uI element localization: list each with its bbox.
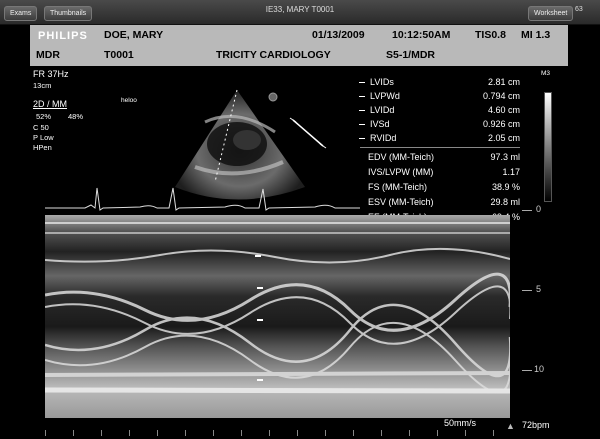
mmode-image [45, 215, 510, 418]
mi-value: MI 1.3 [521, 29, 551, 41]
depth-tick-label: 0 [536, 204, 542, 214]
divider [360, 147, 520, 148]
sector-image [175, 89, 327, 200]
measurement-row: LVPWd 0.794 cm [358, 91, 522, 103]
result-row: ESV (MM-Teich) 29.8 ml [368, 197, 520, 207]
top-toolbar: Exams Thumbnails IE33, MARY T0001 Worksh… [0, 0, 600, 25]
patient-banner: PHILIPS DOE, MARY 01/13/2009 10:12:50AM … [30, 25, 568, 66]
triangle-icon: ▲ [506, 421, 515, 431]
measurement-row: IVSd 0.926 cm [358, 119, 522, 131]
grayscale-bar [544, 92, 552, 202]
power-value: P Low [33, 133, 54, 142]
result-row: IVS/LVPW (MM) 1.17 [368, 167, 520, 177]
tis-value: TIS0.8 [475, 29, 506, 41]
mode-label: MDR [36, 49, 60, 61]
exam-time: 10:12:50AM [392, 29, 451, 41]
exam-date: 01/13/2009 [312, 29, 365, 41]
window-title: IE33, MARY T0001 [265, 5, 335, 14]
page-number: 63 [575, 6, 583, 13]
gain-2d: 52% [36, 112, 52, 121]
probe-name: S5-1/MDR [386, 49, 436, 61]
measurement-panel: LVIDs 2.81 cm LVPWd 0.794 cm LVIDd 4.60 cm … [358, 75, 522, 225]
depth-value: 13cm [33, 81, 52, 90]
resolution-value: HPen [33, 143, 52, 152]
measurement-row: RVIDd 2.05 cm [358, 133, 522, 145]
time-tick-row [45, 430, 510, 436]
compress-value: C 50 [33, 123, 49, 132]
measurement-row: LVIDd 4.60 cm [358, 105, 522, 117]
depth-tick-label: 10 [534, 364, 545, 374]
measurement-row: LVIDs 2.81 cm [358, 77, 522, 89]
institution-name: TRICITY CARDIOLOGY [216, 49, 331, 61]
brand-logo: PHILIPS [38, 30, 88, 42]
ecg-trace [45, 187, 360, 211]
heart-rate: 72bpm [522, 420, 550, 430]
patient-name: DOE, MARY [104, 29, 164, 41]
annotation-text: heloo [121, 97, 137, 104]
map-label: M3 [541, 70, 551, 77]
sweep-speed: 50mm/s [444, 418, 477, 428]
depth-tick-label: 5 [536, 284, 542, 294]
gain-mm: 48% [68, 112, 84, 121]
patient-id: T0001 [104, 49, 134, 61]
frame-rate: FR 37Hz [33, 69, 69, 79]
result-row: FS (MM-Teich) 38.9 % [368, 182, 520, 192]
imaging-mode: 2D / MM [33, 99, 68, 109]
result-row: EDV (MM-Teich) 97.3 ml [368, 152, 520, 162]
worksheet-button[interactable]: Worksheet [528, 6, 574, 21]
